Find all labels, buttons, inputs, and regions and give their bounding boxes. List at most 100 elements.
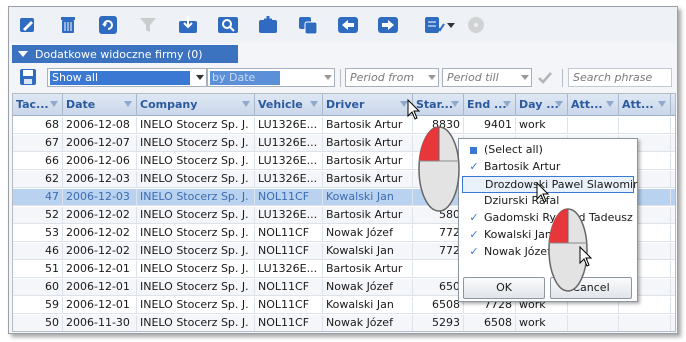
cell-tac: 59 <box>13 297 63 314</box>
expand-triangle-icon <box>18 51 28 57</box>
checklist-icon[interactable] <box>421 13 447 37</box>
search-input[interactable]: Search phrase <box>568 68 672 87</box>
import-icon[interactable] <box>175 13 201 37</box>
forward-icon[interactable] <box>375 13 401 37</box>
refresh-icon[interactable] <box>95 13 121 37</box>
cell-tac: 53 <box>13 225 63 242</box>
filter-funnel-icon[interactable] <box>555 101 563 107</box>
find-icon[interactable] <box>215 13 241 37</box>
filter-funnel-icon[interactable] <box>606 101 614 107</box>
cell-date: 2006-12-01 <box>63 279 137 296</box>
cell-end: 6508 <box>464 315 516 331</box>
period-from-field[interactable]: Period from <box>345 68 439 87</box>
mouse-pointer-icon <box>407 99 421 120</box>
cell-tac: 51 <box>13 261 63 278</box>
filter-funnel-icon[interactable] <box>124 101 132 107</box>
cell-company: INELO Stocerz Sp. J. <box>137 117 255 134</box>
cell-vehicle: NOL11CF <box>255 297 323 314</box>
check-icon: ✓ <box>469 160 479 173</box>
cell-vehicle: LU1326E... <box>255 207 323 224</box>
cell-end: 9401 <box>464 117 516 134</box>
cell-driver: Bartosik Artur <box>323 261 413 278</box>
check-icon: ✓ <box>469 228 479 241</box>
filter-funnel-icon[interactable] <box>242 101 250 107</box>
cell-day: work <box>516 117 568 134</box>
filter-funnel-icon[interactable] <box>451 101 459 107</box>
cell-start: 772 <box>413 243 464 260</box>
cell-company: INELO Stocerz Sp. J. <box>137 189 255 206</box>
apply-check-icon[interactable] <box>537 70 553 86</box>
cell-company: INELO Stocerz Sp. J. <box>137 261 255 278</box>
cell-date: 2006-12-02 <box>63 207 137 224</box>
filter-row: Show all by Date Period from Period till… <box>9 67 677 89</box>
cell-start: 650 <box>413 279 464 296</box>
disc-icon <box>463 13 489 37</box>
cell-date: 2006-12-08 <box>63 117 137 134</box>
divider <box>562 69 563 87</box>
cell-vehicle: LU1326E... <box>255 135 323 152</box>
mouse-pointer-icon <box>536 182 550 203</box>
filter-funnel-icon[interactable] <box>310 101 318 107</box>
cell-company: INELO Stocerz Sp. J. <box>137 153 255 170</box>
cell-tac: 52 <box>13 207 63 224</box>
filter-funnel-icon[interactable] <box>658 101 666 107</box>
cell-tac: 62 <box>13 171 63 188</box>
filter-funnel-icon[interactable] <box>503 101 511 107</box>
cell-company: INELO Stocerz Sp. J. <box>137 297 255 314</box>
cell-company: INELO Stocerz Sp. J. <box>137 135 255 152</box>
period-till-placeholder: Period till <box>447 71 499 84</box>
driver-filter-option-label: Drozdowski Pawel Slawomir <box>485 178 638 191</box>
cell-tac: 68 <box>13 117 63 134</box>
back-icon[interactable] <box>335 13 361 37</box>
cell-tac: 50 <box>13 315 63 331</box>
chevron-down-icon <box>196 75 204 80</box>
col-header-end[interactable]: End ... <box>464 94 516 116</box>
copy-icon[interactable] <box>295 13 321 37</box>
toolbar <box>9 7 677 43</box>
cell-vehicle: LU1326E... <box>255 117 323 134</box>
cell-vehicle: NOL11CF <box>255 189 323 206</box>
cell-vehicle: LU1326E... <box>255 261 323 278</box>
col-header-date[interactable]: Date <box>63 94 137 116</box>
table-row[interactable]: 50 2006-11-30 INELO Stocerz Sp. J. NOL11CF N… <box>13 315 675 331</box>
driver-filter-option-label: Bartosik Artur <box>484 160 561 173</box>
chevron-down-icon <box>521 75 529 80</box>
edit-icon[interactable] <box>15 13 41 37</box>
cell-att2 <box>619 117 671 134</box>
col-header-vehicle[interactable]: Vehicle <box>255 94 323 116</box>
ok-button[interactable]: OK <box>463 277 545 299</box>
cell-driver: Nowak Józef <box>323 279 413 296</box>
col-header-att2[interactable]: Att... <box>619 94 671 116</box>
cell-driver: Bartosik Artur <box>323 207 413 224</box>
cell-date: 2006-12-03 <box>63 189 137 206</box>
save-icon[interactable] <box>19 68 37 86</box>
show-filter-select[interactable]: Show all <box>47 68 207 87</box>
col-header-att1[interactable]: Att... <box>568 94 619 116</box>
check-icon: ✓ <box>469 211 479 224</box>
col-header-tac[interactable]: Tac... <box>13 94 63 116</box>
cell-driver: Kowalski Jan <box>323 297 413 314</box>
chevron-down-icon[interactable] <box>445 13 457 37</box>
driver-filter-option-label: (Select all) <box>484 143 543 156</box>
divider <box>340 69 341 87</box>
sort-select[interactable]: by Date <box>207 68 335 87</box>
col-header-day[interactable]: Day ... <box>516 94 568 116</box>
driver-filter-option[interactable]: (Select all) <box>462 142 634 159</box>
cell-date: 2006-12-06 <box>63 153 137 170</box>
additional-companies-bar[interactable]: Dodatkowe widoczne firmy (0) <box>12 45 238 63</box>
cell-day: work <box>516 315 568 331</box>
col-header-driver[interactable]: Driver <box>323 94 413 116</box>
col-header-company[interactable]: Company <box>137 94 255 116</box>
delete-icon[interactable] <box>55 13 81 37</box>
filter-off-icon <box>135 13 161 37</box>
mouse-left-click-illustration <box>418 126 460 212</box>
period-till-field[interactable]: Period till <box>442 68 532 87</box>
cell-driver: Bartosik Artur <box>323 117 413 134</box>
filter-funnel-icon[interactable] <box>50 101 58 107</box>
add-column-icon[interactable] <box>255 13 281 37</box>
table-row[interactable]: 68 2006-12-08 INELO Stocerz Sp. J. LU1326E.… <box>13 117 675 134</box>
cell-driver: Nowak Józef <box>323 315 413 331</box>
app-window: Dodatkowe widoczne firmy (0) Show all by… <box>8 6 678 334</box>
cell-driver: Bartosik Artur <box>323 153 413 170</box>
driver-filter-option[interactable]: ✓ Bartosik Artur <box>462 159 634 176</box>
